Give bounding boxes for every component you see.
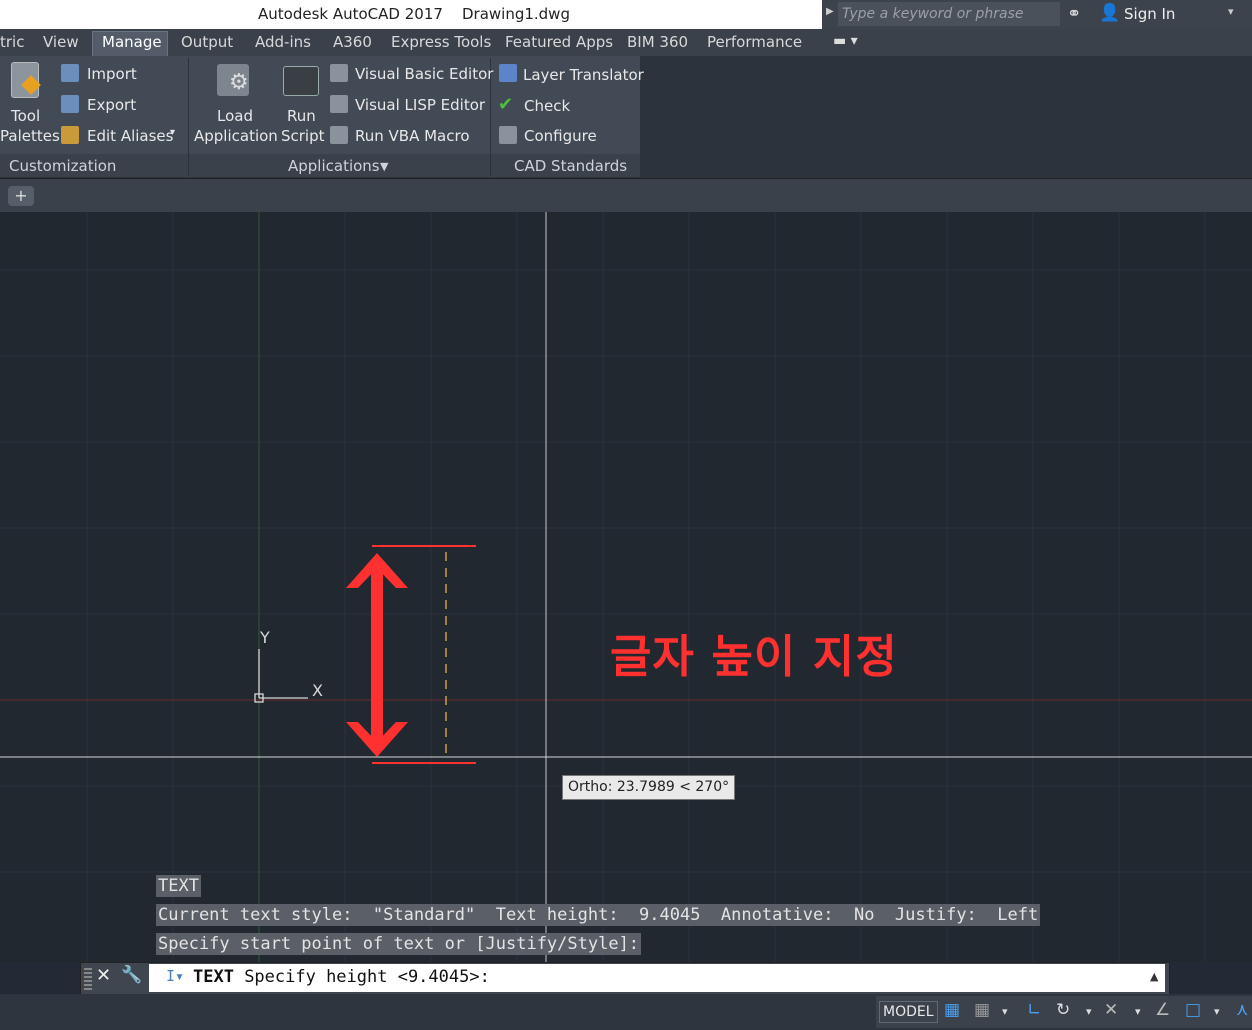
ortho-tooltip: Ortho: 23.7989 < 270° (562, 775, 736, 800)
chevron-up-icon[interactable]: ▲ (1150, 970, 1158, 983)
ribbon-options-icon[interactable]: ▬ ▾ (833, 33, 858, 49)
run-script-label[interactable]: Run (287, 107, 316, 125)
grid-icon[interactable]: ▦ (944, 1000, 960, 1020)
command-line-text[interactable]: TEXT Specify height <9.4045>: (193, 967, 490, 987)
visual-lisp-editor-button[interactable]: Visual LISP Editor (355, 96, 485, 114)
window-title: Autodesk AutoCAD 2017 Drawing1.dwg (258, 5, 570, 23)
tab-a360[interactable]: A360 (333, 33, 372, 51)
command-prompt: Specify height <9.4045>: (233, 967, 490, 987)
tab-add-ins[interactable]: Add-ins (255, 33, 311, 51)
search-expand-icon[interactable]: ▶ (826, 6, 834, 17)
binoculars-icon[interactable]: ⚭ (1067, 4, 1081, 24)
snap-icon[interactable]: ▦ (974, 1000, 990, 1020)
command-history-line: Current text style: "Standard" Text heig… (156, 904, 1041, 926)
tab-parametric[interactable]: tric (0, 33, 24, 51)
annotation-text: 글자 높이 지정 (610, 630, 898, 683)
tab-performance[interactable]: Performance (707, 33, 802, 51)
tab-output[interactable]: Output (181, 33, 233, 51)
tab-bim-360[interactable]: BIM 360 (627, 33, 688, 51)
ucs-icon (254, 649, 308, 703)
chevron-down-icon[interactable]: ▼ (380, 160, 388, 173)
configure-button[interactable]: Configure (524, 127, 597, 145)
ucs-x-label: X (312, 681, 323, 700)
run-vba-icon[interactable] (330, 126, 348, 144)
panel-title-cad-standards: CAD Standards (514, 157, 628, 175)
chevron-down-icon[interactable]: ▾ (1228, 5, 1234, 18)
layer-translator-icon[interactable] (499, 64, 517, 82)
import-button[interactable]: Import (87, 65, 137, 83)
panel-divider (188, 58, 189, 176)
new-tab-button[interactable]: + (8, 186, 34, 206)
check-icon[interactable]: ✔ (498, 94, 513, 115)
tool-palettes-label[interactable]: Palettes (0, 127, 60, 145)
polar-tracking-icon[interactable]: ↻ (1056, 1000, 1070, 1020)
panel-title-customization: Customization (9, 157, 117, 175)
command-history-line: TEXT (156, 875, 201, 897)
load-application-label[interactable]: Load (217, 107, 253, 125)
tab-view[interactable]: View (43, 33, 79, 51)
layer-translator-button[interactable]: Layer Translator (523, 66, 644, 84)
check-button[interactable]: Check (524, 97, 570, 115)
panel-title-applications[interactable]: Applications (288, 157, 380, 175)
command-history-line: Specify start point of text or [Justify/… (156, 933, 642, 955)
isodraft-icon[interactable]: ✕ (1104, 1000, 1118, 1020)
run-script-icon[interactable] (283, 66, 319, 96)
model-space-button[interactable]: MODEL (879, 1001, 938, 1023)
visual-basic-editor-button[interactable]: Visual Basic Editor (355, 65, 493, 83)
double-arrow-icon (346, 553, 408, 757)
export-button[interactable]: Export (87, 96, 136, 114)
tool-palettes-label[interactable]: Tool (11, 107, 40, 125)
object-snap-icon[interactable]: □ (1185, 1000, 1201, 1020)
wrench-icon[interactable]: 🔧 (121, 965, 142, 985)
run-script-label[interactable]: Script (281, 127, 325, 145)
command-name: TEXT (193, 967, 234, 987)
grip-handle[interactable] (84, 966, 92, 990)
tab-manage[interactable]: Manage (102, 33, 162, 51)
export-icon[interactable] (61, 95, 79, 113)
chevron-down-icon[interactable]: ▾ (1135, 1005, 1141, 1018)
edit-aliases-button[interactable]: Edit Aliases (87, 127, 173, 145)
chevron-down-icon[interactable]: ▾ (170, 127, 175, 138)
object-snap-tracking-icon[interactable]: ∠ (1155, 1000, 1170, 1020)
command-prompt-icon[interactable]: I▾ (166, 967, 184, 985)
lisp-editor-icon[interactable] (330, 95, 348, 113)
annotation-scale-icon[interactable]: ⋏ (1236, 1000, 1248, 1020)
chevron-down-icon[interactable]: ▾ (1214, 1005, 1220, 1018)
import-icon[interactable] (61, 64, 79, 82)
user-icon[interactable]: 👤 (1099, 3, 1120, 23)
load-application-label[interactable]: Application (194, 127, 278, 145)
ucs-y-label: Y (260, 628, 270, 647)
gear-icon: ⚙ (229, 70, 249, 95)
tab-featured-apps[interactable]: Featured Apps (505, 33, 613, 51)
run-vba-macro-button[interactable]: Run VBA Macro (355, 127, 470, 145)
vba-editor-icon[interactable] (330, 64, 348, 82)
tab-express-tools[interactable]: Express Tools (391, 33, 491, 51)
chevron-down-icon[interactable]: ▾ (1086, 1005, 1092, 1018)
search-input[interactable] (838, 2, 1060, 26)
file-tab-bar (0, 178, 1252, 213)
configure-icon[interactable] (499, 126, 517, 144)
sign-in-button[interactable]: Sign In (1124, 5, 1175, 23)
drawing-grid (0, 212, 1252, 962)
edit-aliases-icon[interactable] (61, 126, 79, 144)
close-icon[interactable]: ✕ (96, 965, 111, 986)
ortho-icon[interactable]: ∟ (1027, 1000, 1041, 1020)
chevron-down-icon[interactable]: ▾ (1002, 1005, 1008, 1018)
